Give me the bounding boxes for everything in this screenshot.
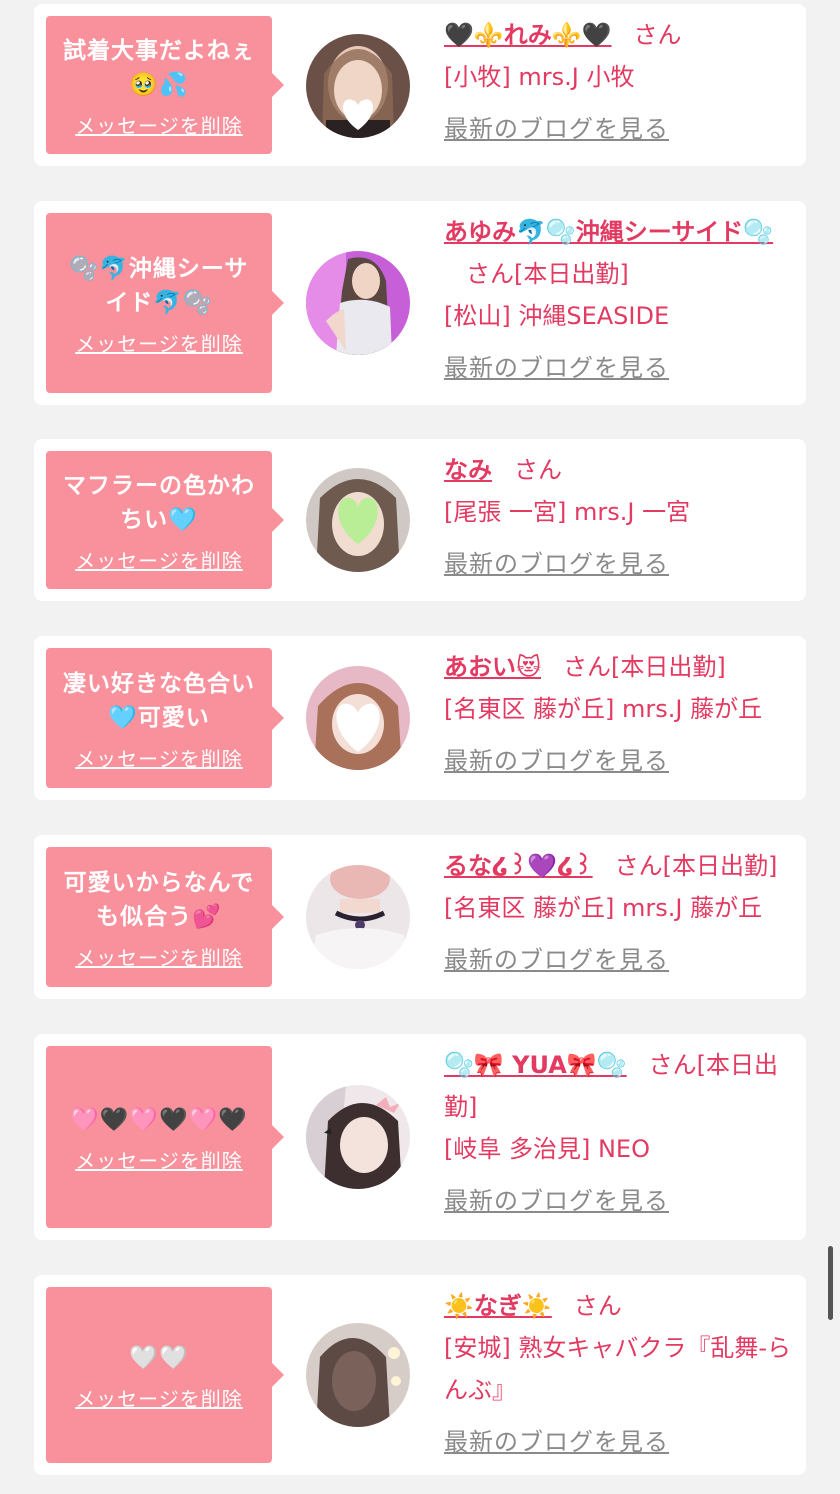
honorific: さん bbox=[648, 1051, 697, 1079]
girl-name-link[interactable]: ☀️なぎ☀️ bbox=[444, 1292, 552, 1320]
honorific: さん bbox=[563, 653, 612, 681]
status-badge: [本日出勤] bbox=[514, 260, 629, 288]
girl-name-link[interactable]: あゆみ🐬🫧沖縄シーサイド🫧 bbox=[444, 218, 773, 246]
blog-link[interactable]: 最新のブログを見る bbox=[444, 347, 794, 389]
avatar[interactable] bbox=[306, 666, 410, 770]
delete-message-link[interactable]: メッセージを削除 bbox=[75, 743, 243, 772]
blog-link[interactable]: 最新のブログを見る bbox=[444, 108, 794, 150]
delete-message-link[interactable]: メッセージを削除 bbox=[75, 545, 243, 574]
message-card: 🤍🤍 メッセージを削除 ☀️なぎ☀️ さん [安城] 熟女キャバクラ『乱舞-らんぶ… bbox=[34, 1275, 806, 1475]
delete-message-link[interactable]: メッセージを削除 bbox=[75, 1383, 243, 1412]
message-bubble: 🤍🤍 メッセージを削除 bbox=[46, 1287, 284, 1463]
avatar[interactable] bbox=[306, 251, 410, 355]
scrollbar[interactable] bbox=[828, 1246, 833, 1320]
honorific: さん bbox=[614, 852, 663, 880]
delete-message-link[interactable]: メッセージを削除 bbox=[75, 110, 243, 139]
message-bubble: 可愛いからなんでも似合う💕 メッセージを削除 bbox=[46, 847, 284, 987]
message-text: 🫧🐬沖縄シーサイド🐬🫧 bbox=[69, 255, 249, 316]
profile-info: るな໒꒱💜໒꒱ さん[本日出勤] [名東区 藤が丘] mrs.J 藤が丘 最新のブ… bbox=[444, 845, 794, 981]
message-bubble: マフラーの色かわちい🩵 メッセージを削除 bbox=[46, 451, 284, 589]
profile-info: 🫧🎀 YUA🎀🫧 さん[本日出勤] [岐阜 多治見] NEO 最新のブログを見る bbox=[444, 1044, 794, 1222]
honorific: さん bbox=[514, 456, 562, 484]
avatar[interactable] bbox=[306, 1085, 410, 1189]
message-text: 凄い好きな色合い🩵可愛い bbox=[63, 670, 255, 731]
message-bubble: 🩷🖤🩷🖤🩷🖤 メッセージを削除 bbox=[46, 1046, 284, 1228]
shop-info: [安城] 熟女キャバクラ『乱舞-らんぶ』 bbox=[444, 1334, 792, 1404]
status-badge: [本日出勤] bbox=[611, 653, 726, 681]
delete-message-link[interactable]: メッセージを削除 bbox=[75, 1145, 243, 1174]
message-text: 🤍🤍 bbox=[129, 1344, 189, 1371]
message-bubble: 試着大事だよねぇ🥹💦 メッセージを削除 bbox=[46, 16, 284, 154]
message-text: 試着大事だよねぇ🥹💦 bbox=[63, 37, 255, 98]
profile-info: 🖤⚜️れみ⚜️🖤 さん [小牧] mrs.J 小牧 最新のブログを見る bbox=[444, 14, 794, 150]
avatar[interactable] bbox=[306, 1323, 410, 1427]
shop-info: [名東区 藤が丘] mrs.J 藤が丘 bbox=[444, 894, 763, 922]
message-text: 可愛いからなんでも似合う💕 bbox=[63, 869, 255, 930]
honorific: さん bbox=[573, 1292, 622, 1320]
blog-link[interactable]: 最新のブログを見る bbox=[444, 939, 794, 981]
message-bubble: 凄い好きな色合い🩵可愛い メッセージを削除 bbox=[46, 648, 284, 788]
shop-info: [松山] 沖縄SEASIDE bbox=[444, 302, 670, 330]
delete-message-link[interactable]: メッセージを削除 bbox=[75, 942, 243, 971]
girl-name-link[interactable]: あおい😻 bbox=[444, 653, 541, 681]
message-card: 🫧🐬沖縄シーサイド🐬🫧 メッセージを削除 あゆみ🐬🫧沖縄シーサイド🫧 さん[本日出… bbox=[34, 201, 806, 405]
message-text: 🩷🖤🩷🖤🩷🖤 bbox=[70, 1106, 248, 1133]
delete-message-link[interactable]: メッセージを削除 bbox=[75, 328, 243, 357]
message-card: 可愛いからなんでも似合う💕 メッセージを削除 るな໒꒱💜໒꒱ さん[本日出勤] [… bbox=[34, 835, 806, 999]
girl-name-link[interactable]: 🫧🎀 YUA🎀🫧 bbox=[444, 1051, 627, 1079]
message-card: 試着大事だよねぇ🥹💦 メッセージを削除 🖤⚜️れみ⚜️🖤 さん [小牧] mrs.… bbox=[34, 4, 806, 166]
message-card: 🩷🖤🩷🖤🩷🖤 メッセージを削除 🫧🎀 YUA🎀🫧 さん[本日出勤] [岐阜 多治見… bbox=[34, 1034, 806, 1240]
profile-info: あおい😻 さん[本日出勤] [名東区 藤が丘] mrs.J 藤が丘 最新のブログを… bbox=[444, 646, 794, 782]
shop-info: [尾張 一宮] mrs.J 一宮 bbox=[444, 498, 691, 526]
blog-link[interactable]: 最新のブログを見る bbox=[444, 1180, 794, 1222]
avatar[interactable] bbox=[306, 865, 410, 969]
honorific: さん bbox=[633, 21, 682, 49]
blog-link[interactable]: 最新のブログを見る bbox=[444, 1421, 794, 1463]
girl-name-link[interactable]: るな໒꒱💜໒꒱ bbox=[444, 852, 593, 880]
shop-info: [小牧] mrs.J 小牧 bbox=[444, 63, 635, 91]
profile-info: あゆみ🐬🫧沖縄シーサイド🫧 さん[本日出勤] [松山] 沖縄SEASIDE 最新の… bbox=[444, 211, 794, 389]
status-badge: [本日出勤] bbox=[662, 852, 778, 880]
message-text: マフラーの色かわちい🩵 bbox=[63, 472, 255, 533]
profile-info: ☀️なぎ☀️ さん [安城] 熟女キャバクラ『乱舞-らんぶ』 最新のブログを見る bbox=[444, 1285, 794, 1463]
message-card: 凄い好きな色合い🩵可愛い メッセージを削除 あおい😻 さん[本日出勤] [名東区 … bbox=[34, 636, 806, 800]
shop-info: [名東区 藤が丘] mrs.J 藤が丘 bbox=[444, 695, 763, 723]
profile-info: なみ さん [尾張 一宮] mrs.J 一宮 最新のブログを見る bbox=[444, 449, 794, 585]
message-bubble: 🫧🐬沖縄シーサイド🐬🫧 メッセージを削除 bbox=[46, 213, 284, 393]
blog-link[interactable]: 最新のブログを見る bbox=[444, 543, 794, 585]
blog-link[interactable]: 最新のブログを見る bbox=[444, 740, 794, 782]
avatar[interactable] bbox=[306, 468, 410, 572]
shop-info: [岐阜 多治見] NEO bbox=[444, 1135, 650, 1163]
avatar[interactable] bbox=[306, 34, 410, 138]
message-card: マフラーの色かわちい🩵 メッセージを削除 なみ さん [尾張 一宮] mrs.J … bbox=[34, 439, 806, 601]
honorific: さん bbox=[466, 260, 514, 288]
girl-name-link[interactable]: 🖤⚜️れみ⚜️🖤 bbox=[444, 21, 612, 49]
girl-name-link[interactable]: なみ bbox=[444, 456, 492, 484]
